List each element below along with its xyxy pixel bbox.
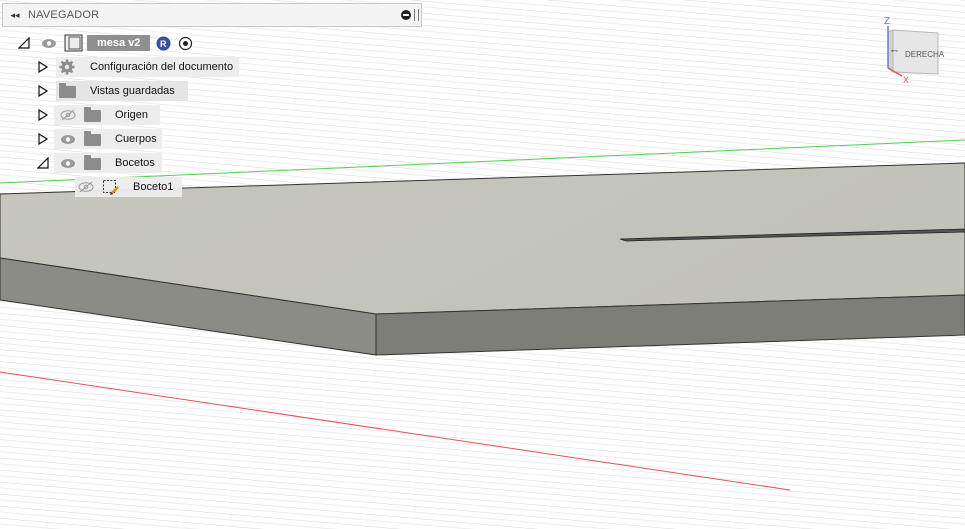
viewcube-x-label: X (903, 75, 909, 85)
gear-icon (59, 59, 75, 75)
referenced-badge-icon: R (156, 36, 171, 51)
minimize-icon[interactable] (401, 10, 411, 20)
navigator-title: NAVEGADOR (28, 9, 100, 21)
visibility-eye-icon[interactable] (60, 158, 76, 169)
component-icon (64, 34, 83, 52)
folder-icon (84, 155, 101, 170)
activate-radio-icon[interactable] (178, 36, 193, 51)
collapsed-arrow-icon[interactable] (38, 133, 48, 145)
tree-item-origin[interactable]: Origen (36, 105, 160, 125)
tree-item-label: Vistas guardadas (90, 85, 175, 97)
tree-item-sketch1[interactable]: Boceto1 (75, 177, 182, 197)
3d-viewport[interactable]: Z X DERECHA ⊷ (0, 0, 965, 529)
viewcube-small-label: ⊷ (891, 48, 898, 55)
tree-item-bodies[interactable]: Cuerpos (36, 129, 162, 149)
expanded-arrow-icon[interactable] (37, 157, 49, 169)
folder-icon (84, 107, 101, 122)
tree-item-label: Configuración del documento (90, 61, 234, 73)
collapsed-arrow-icon[interactable] (38, 109, 48, 121)
tree-item-label: Origen (115, 109, 149, 121)
collapse-navigator-icon[interactable]: ◂◂ (6, 10, 24, 21)
tree-item-label: Bocetos (115, 157, 155, 169)
tree-root-row[interactable]: mesa v2 R (16, 33, 206, 53)
tree-item-label: Boceto1 (133, 181, 174, 193)
sketch-icon (103, 180, 119, 195)
svg-text:R: R (160, 39, 167, 49)
viewcube-z-label: Z (884, 16, 890, 27)
hidden-eye-icon[interactable] (78, 181, 94, 193)
tree-item-document-settings[interactable]: Configuración del documento (36, 57, 239, 77)
folder-icon (59, 83, 76, 98)
tree-item-sketches[interactable]: Bocetos (36, 153, 162, 173)
collapsed-arrow-icon[interactable] (38, 85, 48, 97)
viewcube-face-label: DERECHA (905, 50, 945, 59)
root-component-name[interactable]: mesa v2 (87, 35, 151, 51)
tree-item-label: Cuerpos (115, 133, 157, 145)
hidden-eye-icon[interactable] (60, 109, 76, 121)
folder-icon (84, 131, 101, 146)
panel-grip-icon[interactable] (414, 9, 419, 21)
navigator-header: ◂◂ NAVEGADOR (2, 3, 422, 27)
visibility-eye-icon[interactable] (60, 134, 76, 145)
tree-item-saved-views[interactable]: Vistas guardadas (36, 81, 188, 101)
collapsed-arrow-icon[interactable] (38, 61, 48, 73)
visibility-eye-icon[interactable] (41, 38, 57, 49)
expanded-arrow-icon[interactable] (18, 37, 30, 49)
